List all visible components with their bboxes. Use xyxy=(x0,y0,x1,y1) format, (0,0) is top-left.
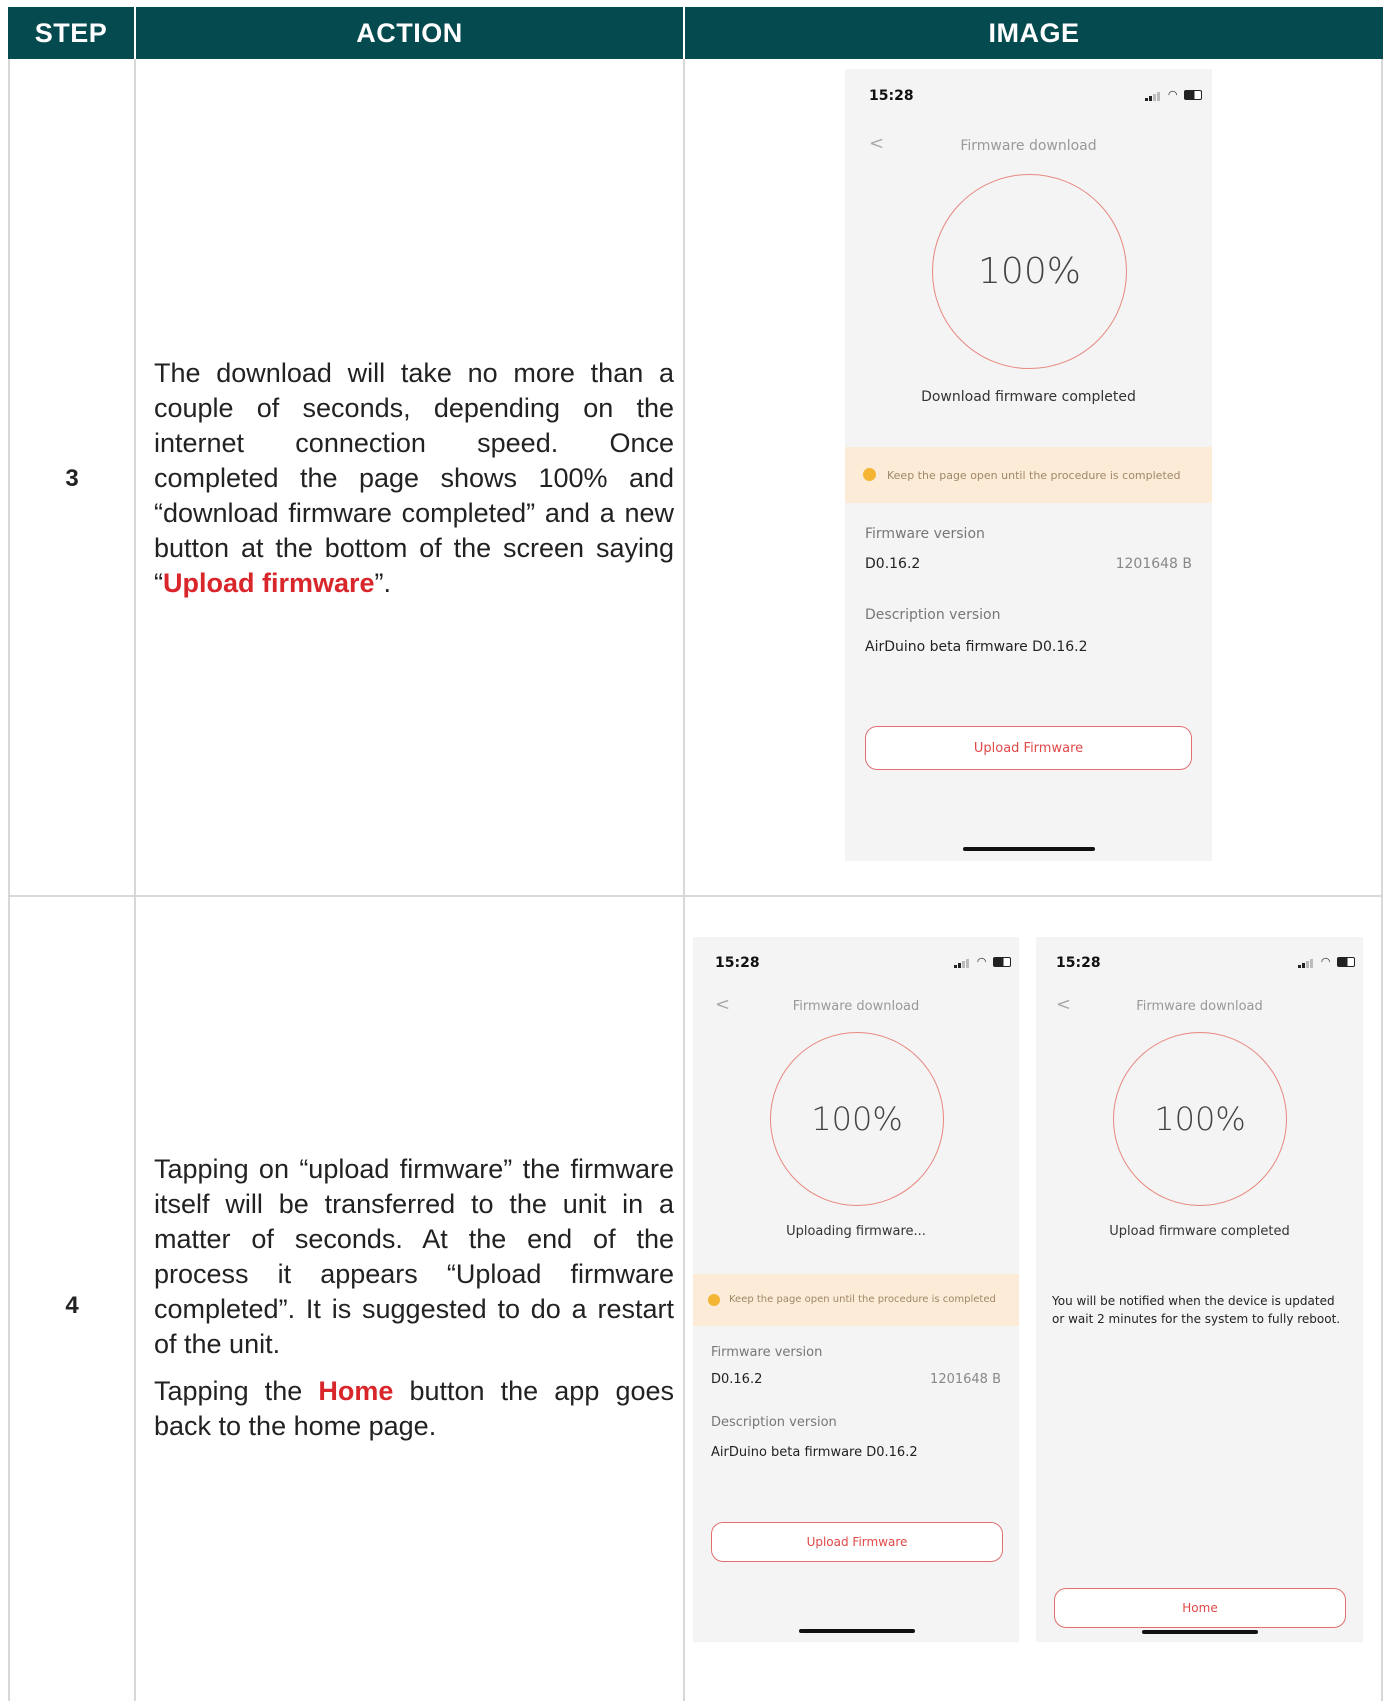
upload-firmware-button[interactable]: Upload Firmware xyxy=(711,1522,1003,1562)
header-image: IMAGE xyxy=(685,7,1383,59)
header-step: STEP xyxy=(8,7,134,59)
battery-icon xyxy=(993,957,1011,967)
row-divider xyxy=(8,895,1383,897)
step-number: 3 xyxy=(65,465,79,492)
action-paragraph: Tapping the Home button the app goes bac… xyxy=(154,1376,674,1441)
upload-firmware-highlight: Upload firmware xyxy=(163,568,375,598)
home-indicator xyxy=(799,1629,915,1633)
action-text: Tapping on “upload firmware” the firmwar… xyxy=(154,1152,674,1444)
step-number: 4 xyxy=(65,1292,79,1319)
status-time: 15:28 xyxy=(869,88,914,104)
status-message: Upload firmware completed xyxy=(1109,1224,1290,1239)
warning-text: Keep the page open until the procedure i… xyxy=(729,1294,996,1305)
signal-icon xyxy=(1298,955,1314,968)
screen-title: Firmware download xyxy=(792,999,920,1014)
status-icons: ◠ xyxy=(1298,955,1355,968)
status-time: 15:28 xyxy=(1056,955,1101,971)
progress-ring: 100% xyxy=(770,1032,944,1206)
warning-dot-icon xyxy=(863,468,876,481)
warning-banner: Keep the page open until the procedure i… xyxy=(693,1274,1019,1326)
firmware-version-label: Firmware version xyxy=(865,526,985,542)
warning-text: Keep the page open until the procedure i… xyxy=(887,469,1181,482)
action-paragraph: The download will take no more than a co… xyxy=(154,358,674,598)
description-value: AirDuino beta firmware D0.16.2 xyxy=(711,1445,918,1460)
phone-screenshot-uploading: 15:28 ◠ < Firmware download 100% Uploadi… xyxy=(693,937,1019,1642)
wifi-icon: ◠ xyxy=(1320,955,1331,968)
description-label: Description version xyxy=(865,607,1001,623)
grid-line xyxy=(134,59,136,1701)
home-indicator xyxy=(1142,1630,1258,1634)
firmware-version-value: D0.16.2 xyxy=(711,1372,763,1387)
screen-title: Firmware download xyxy=(1136,999,1263,1014)
screen-title: Firmware download xyxy=(960,138,1097,154)
progress-ring: 100% xyxy=(932,174,1127,369)
phone-screenshot-upload-completed: 15:28 ◠ < Firmware download 100% Upload … xyxy=(1036,937,1363,1642)
firmware-version-label: Firmware version xyxy=(711,1345,823,1360)
description-value: AirDuino beta firmware D0.16.2 xyxy=(865,639,1088,655)
upload-firmware-button[interactable]: Upload Firmware xyxy=(865,726,1192,770)
warning-dot-icon xyxy=(708,1294,720,1306)
progress-ring: 100% xyxy=(1113,1032,1287,1206)
header-action: ACTION xyxy=(136,7,683,59)
status-icons: ◠ xyxy=(1145,88,1202,101)
wifi-icon: ◠ xyxy=(976,955,987,968)
grid-line xyxy=(683,59,685,1701)
reboot-note-line: You will be notified when the device is … xyxy=(1052,1294,1335,1308)
status-message: Uploading firmware... xyxy=(786,1224,926,1239)
grid-line xyxy=(1381,59,1383,1701)
grid-line xyxy=(8,59,10,1701)
wifi-icon: ◠ xyxy=(1167,88,1178,101)
action-text: The download will take no more than a co… xyxy=(154,356,674,601)
signal-icon xyxy=(1145,88,1161,101)
battery-icon xyxy=(1337,957,1355,967)
status-time: 15:28 xyxy=(715,955,760,971)
firmware-size: 1201648 B xyxy=(930,1372,1001,1387)
action-paragraph: Tapping on “upload firmware” the firmwar… xyxy=(154,1154,674,1359)
signal-icon xyxy=(954,955,970,968)
battery-icon xyxy=(1184,90,1202,100)
home-indicator xyxy=(963,847,1095,851)
firmware-version-value: D0.16.2 xyxy=(865,556,921,572)
description-label: Description version xyxy=(711,1415,837,1430)
warning-banner: Keep the page open until the procedure i… xyxy=(845,447,1212,503)
home-button[interactable]: Home xyxy=(1054,1588,1346,1628)
status-icons: ◠ xyxy=(954,955,1011,968)
phone-screenshot-download-completed: 15:28 ◠ < Firmware download 100% Downloa… xyxy=(845,69,1212,861)
status-message: Download firmware completed xyxy=(921,389,1136,405)
home-highlight: Home xyxy=(318,1376,394,1406)
reboot-note-line: or wait 2 minutes for the system to full… xyxy=(1052,1312,1341,1326)
reboot-note: You will be notified when the device is … xyxy=(1052,1292,1340,1328)
firmware-size: 1201648 B xyxy=(1115,556,1192,572)
